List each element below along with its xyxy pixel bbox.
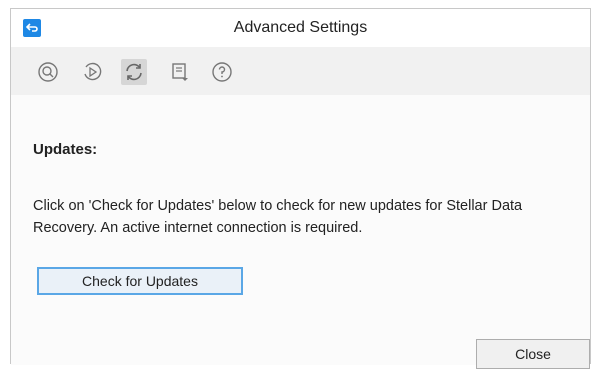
toolbar [11, 47, 590, 95]
help-icon[interactable] [209, 59, 235, 85]
advanced-settings-window: Advanced Settings Updates: Click on 'Che… [10, 8, 591, 369]
scan-icon[interactable] [35, 59, 61, 85]
check-for-updates-button[interactable]: Check for Updates [37, 267, 243, 295]
updates-heading: Updates: [33, 141, 98, 158]
update-icon[interactable] [121, 59, 147, 85]
settings-content: Updates: Click on 'Check for Updates' be… [11, 95, 590, 369]
window-title: Advanced Settings [233, 19, 368, 36]
resume-recovery-icon[interactable] [79, 59, 105, 85]
advanced-options-icon[interactable] [167, 59, 193, 85]
close-button[interactable]: Close [476, 339, 590, 369]
updates-description: Click on 'Check for Updates' below to ch… [33, 198, 523, 236]
title-bar: Advanced Settings [11, 9, 590, 47]
